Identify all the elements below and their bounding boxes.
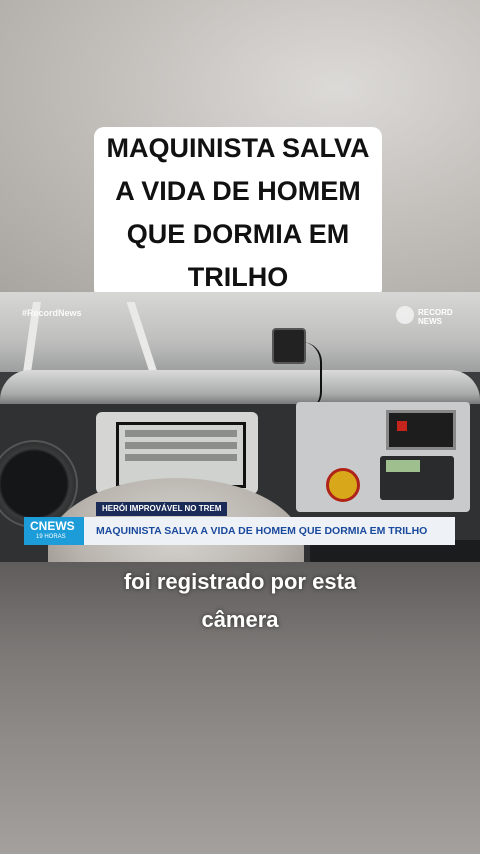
rail-right — [126, 302, 158, 372]
digital-meter — [386, 410, 456, 450]
lower-third-headline: MAQUINISTA SALVA A VIDA DE HOMEM QUE DOR… — [96, 525, 428, 537]
channel-logo-text: RECORD NEWS — [418, 308, 453, 326]
video-frame[interactable]: #RecordNews RECORD NEWS HERÓI IMPROVÁVEL… — [0, 292, 480, 562]
lower-third-bar: CNEWS 19 HORAS MAQUINISTA SALVA A VIDA D… — [24, 517, 455, 545]
video-subtitle: foi registrado por esta câmera — [0, 563, 480, 639]
control-keypad — [380, 456, 454, 500]
emergency-stop-button — [326, 468, 360, 502]
lower-third-kicker: HERÓI IMPROVÁVEL NO TREM — [96, 502, 228, 516]
channel-logo-icon — [396, 306, 414, 324]
watermark-text: #RecordNews — [22, 308, 82, 318]
headline-line-3: QUE DORMIA EM — [126, 219, 350, 249]
news-logo-text: CNEWS — [30, 519, 75, 533]
subtitle-line-1: foi registrado por esta — [123, 569, 357, 594]
headline-line-2: A VIDA DE HOMEM — [115, 176, 361, 206]
channel-logo: RECORD NEWS — [396, 304, 458, 326]
news-logo: CNEWS 19 HORAS — [24, 517, 84, 545]
subtitle-line-2: câmera — [201, 607, 279, 632]
news-logo-sub: 19 HORAS — [36, 534, 66, 540]
headline-line-1: MAQUINISTA SALVA — [106, 133, 370, 163]
headline-caption: MAQUINISTA SALVA A VIDA DE HOMEM QUE DOR… — [94, 127, 382, 299]
